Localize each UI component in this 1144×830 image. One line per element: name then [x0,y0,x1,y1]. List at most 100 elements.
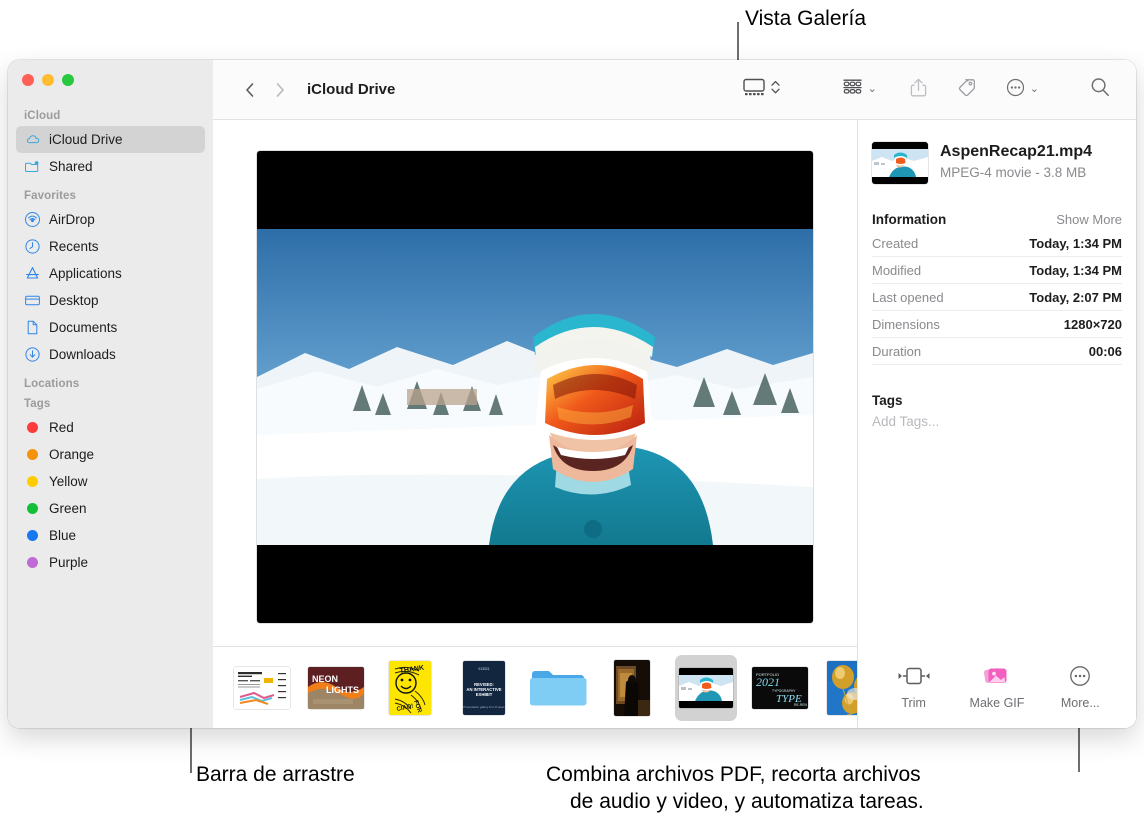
filmstrip-item-revised-interactive-exhibit-poster[interactable]: 013021 REVISED: AN INTERACTIVE EXHIBIT P… [453,655,515,721]
preview-media[interactable] [257,151,813,623]
desktop-icon [24,292,41,309]
quick-action-label: More... [1060,695,1100,710]
zoom-button[interactable] [62,74,74,86]
info-value: 1280×720 [1063,316,1122,332]
search-button[interactable] [1086,75,1114,105]
view-gallery-button[interactable] [739,75,784,105]
svg-text:Presentation gallery from 8 vi: Presentation gallery from 8 views [463,705,505,709]
gallery-view-icon [742,77,766,102]
info-value: Today, 2:07 PM [1029,289,1122,305]
filmstrip-item-aspen-recap-video[interactable] [675,654,737,721]
inspector-panel: AspenRecap21.mp4 MPEG-4 movie - 3.8 MB I… [858,120,1136,728]
sidebar-item-shared[interactable]: Shared [16,153,205,180]
svg-text:RE-REN: RE-REN [794,703,808,707]
sidebar-section-favorites: Favorites [24,190,77,202]
info-value: Today, 1:34 PM [1029,262,1122,278]
sidebar-section-icloud: iCloud [24,110,61,122]
add-tags-field[interactable]: Add Tags... [872,414,1122,429]
more-circle-icon [1068,663,1092,689]
information-section-header: Information Show More [872,212,1122,227]
filmstrip-item-blue-folder[interactable] [527,655,589,721]
quick-action-label: Make GIF [969,695,1025,710]
sidebar-item-label: Orange [49,447,95,462]
info-key: Dimensions [872,316,940,332]
minimize-button[interactable] [42,74,54,86]
clock-icon [24,238,41,255]
group-items-icon [841,77,864,102]
tag-dot-icon [24,473,41,490]
sidebar-item-tag-yellow[interactable]: Yellow [16,468,205,495]
sidebar-item-tag-red[interactable]: Red [16,414,205,441]
info-value: 00:06 [1088,343,1122,359]
sidebar-item-label: Yellow [49,474,88,489]
share-button[interactable] [906,75,931,105]
filmstrip-item-portfolio-2021-type-poster[interactable]: PORTFOLIO 2021 TYPOGRAPHY TYPE RE-REN [749,655,811,721]
sidebar-item-desktop[interactable]: Desktop [16,287,205,314]
quick-actions-bar: Trim Make GIF More... [872,650,1122,728]
quick-action-label: Trim [901,695,926,710]
preview-stage [213,120,857,646]
filmstrip-item-poster-infographic[interactable] [231,655,293,721]
tags-section-header: Tags [872,393,1122,408]
info-key: Last opened [872,289,944,305]
sidebar-item-airdrop[interactable]: AirDrop [16,206,205,233]
search-icon [1089,76,1111,103]
make-gif-icon [983,663,1011,689]
filmstrip-item-dark-interior-photo[interactable] [601,655,663,721]
info-key: Modified [872,262,922,278]
sidebar-item-applications[interactable]: Applications [16,260,205,287]
info-row-dimensions: Dimensions 1280×720 [872,311,1122,338]
tag-dot-icon [24,554,41,571]
path-label[interactable]: iCloud Drive [307,81,395,98]
annotation-quick-actions-line1: Combina archivos PDF, recorta archivos [546,763,921,786]
info-key: Created [872,235,919,251]
sidebar-item-label: Recents [49,239,99,254]
quick-action-more[interactable]: More... [1042,663,1118,710]
sidebar-item-label: Desktop [49,293,99,308]
sidebar-item-label: iCloud Drive [49,132,123,147]
sidebar-item-downloads[interactable]: Downloads [16,341,205,368]
trim-icon [897,663,931,689]
back-button[interactable] [235,75,265,105]
sidebar-item-label: Green [49,501,87,516]
sidebar-item-recents[interactable]: Recents [16,233,205,260]
sidebar-item-label: Red [49,420,74,435]
show-more-link[interactable]: Show More [1056,212,1122,227]
add-tags-button[interactable] [953,75,980,105]
close-button[interactable] [22,74,34,86]
sidebar-item-documents[interactable]: Documents [16,314,205,341]
file-name: AspenRecap21.mp4 [940,143,1093,160]
sidebar-item-tag-blue[interactable]: Blue [16,522,205,549]
info-row-created: Created Today, 1:34 PM [872,230,1122,257]
info-row-modified: Modified Today, 1:34 PM [872,257,1122,284]
filmstrip-item-thank-you-ciao-poster[interactable]: THANK FOR CIAO! [379,655,441,721]
annotation-gallery-view: Vista Galería [745,7,867,30]
filmstrip-item-neon-lights-poster[interactable]: NEON LIGHTS [305,655,367,721]
filmstrip[interactable]: NEON LIGHTS THANK FOR CIAO! 013021 REVIS… [213,646,857,728]
sidebar-item-tag-orange[interactable]: Orange [16,441,205,468]
toolbar: iCloud Drive ⌄ ⌄ [213,60,1136,120]
sidebar-item-icloud-drive[interactable]: iCloud Drive [16,126,205,153]
tag-dot-icon [24,527,41,544]
quick-action-trim[interactable]: Trim [876,663,952,710]
sidebar-item-tag-green[interactable]: Green [16,495,205,522]
file-thumbnail [872,142,928,184]
info-row-last-opened: Last opened Today, 2:07 PM [872,284,1122,311]
sidebar-item-label: Purple [49,555,89,570]
forward-button[interactable] [265,75,295,105]
sidebar-item-label: AirDrop [49,212,95,227]
more-actions-button[interactable]: ⌄ [1002,75,1042,105]
sidebar-item-tag-purple[interactable]: Purple [16,549,205,576]
tags-title: Tags [872,393,903,408]
sidebar-item-label: Documents [49,320,118,335]
quick-action-make-gif[interactable]: Make GIF [959,663,1035,710]
sidebar-item-label: Blue [49,528,77,543]
sidebar-section-locations: Locations [24,378,80,390]
sidebar-item-label: Applications [49,266,122,281]
chevron-down-icon: ⌄ [867,83,877,95]
tag-icon [956,77,977,103]
tag-dot-icon [24,419,41,436]
group-items-button[interactable]: ⌄ [838,75,880,105]
screenshot-root: Vista Galería Barra de arrastre Combina … [0,0,1144,830]
filmstrip-item-gold-balloons-photo[interactable] [823,655,857,721]
